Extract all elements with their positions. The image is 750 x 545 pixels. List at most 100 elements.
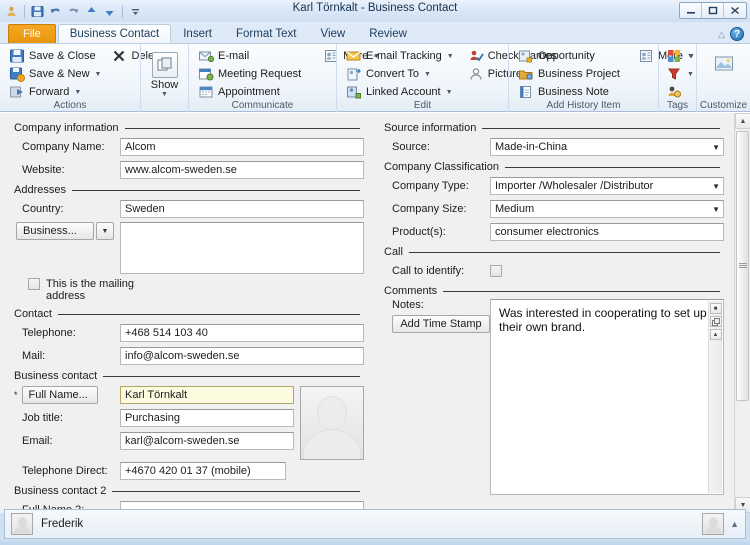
tab-view[interactable]: View [309, 24, 358, 43]
website-input[interactable]: www.alcom-sweden.se [120, 161, 364, 179]
address-type-dropdown-icon[interactable]: ▼ [96, 222, 114, 240]
source-select[interactable]: Made-in-China ▼ [490, 138, 724, 156]
required-indicator: * [14, 390, 18, 400]
chevron-down-icon[interactable]: ▼ [424, 71, 431, 78]
chevron-down-icon[interactable]: ▼ [74, 89, 81, 96]
mailing-address-checkbox[interactable] [28, 278, 40, 290]
chevron-down-icon[interactable]: ▼ [161, 91, 168, 98]
close-button[interactable] [724, 3, 746, 18]
notes-textarea[interactable]: Was interested in cooperating to set up … [490, 299, 724, 495]
scrollbar-thumb[interactable] [736, 131, 749, 401]
chevron-down-icon[interactable]: ▼ [712, 139, 720, 155]
forward-button[interactable]: Forward ▼ [4, 83, 106, 101]
ribbon-group-label-add-history-item: Add History Item [546, 100, 621, 111]
ribbon-group-add-history-item: Opportunity Business Project Business No… [508, 44, 695, 112]
meeting-request-button[interactable]: Meeting Request [193, 65, 306, 83]
business-project-button[interactable]: Business Project [513, 65, 625, 83]
chevron-down-icon[interactable]: ▼ [447, 53, 454, 60]
tab-insert[interactable]: Insert [171, 24, 224, 43]
notes-scroll-up-icon[interactable]: ■ [709, 303, 722, 314]
customize-form-button[interactable] [708, 51, 740, 77]
ribbon-group-label-tags: Tags [666, 100, 689, 111]
call-to-identify-checkbox[interactable] [490, 265, 502, 277]
redo-icon[interactable] [66, 4, 81, 19]
company-type-select[interactable]: Importer /Wholesaler /Distributor ▼ [490, 177, 724, 195]
mailing-address-label: This is the mailing address [46, 278, 135, 302]
chevron-down-icon[interactable]: ▼ [687, 71, 694, 78]
linked-account-label: Linked Account [366, 86, 441, 98]
ribbon-group-label-actions: Actions [53, 100, 87, 111]
products-input[interactable]: consumer electronics [490, 223, 724, 241]
appointment-button[interactable]: Appointment [193, 83, 306, 101]
contact-icon[interactable] [4, 4, 19, 19]
telephone-direct-input[interactable]: +4670 420 01 37 (mobile) [120, 462, 286, 480]
window-controls[interactable] [679, 2, 747, 19]
status-people-pane-avatar[interactable] [702, 513, 725, 535]
linked-account-button[interactable]: Linked Account ▼ [341, 83, 459, 101]
save-icon[interactable] [30, 4, 45, 19]
section-company-information-label: Company information [14, 122, 119, 134]
notes-scroll-up-arrow-icon[interactable]: ▲ [709, 329, 722, 340]
follow-up-button[interactable]: ▼ [663, 65, 697, 83]
tab-business-contact[interactable]: Business Contact [57, 24, 172, 43]
private-button[interactable] [663, 83, 697, 101]
quick-access-toolbar[interactable] [0, 1, 143, 21]
country-input[interactable]: Sweden [120, 200, 364, 218]
company-name-input[interactable]: Alcom [120, 138, 364, 156]
help-icon[interactable]: ? [730, 27, 744, 41]
tab-review[interactable]: Review [357, 24, 419, 43]
full-name-button[interactable]: Full Name... [21, 386, 98, 404]
undo-icon[interactable] [48, 4, 63, 19]
save-and-new-button[interactable]: Save & New ▼ [4, 65, 106, 83]
address-textarea[interactable] [120, 222, 364, 274]
show-button[interactable]: Show ▼ [145, 47, 184, 109]
address-type-button[interactable]: Business... [16, 222, 94, 240]
form-vertical-scrollbar[interactable]: ▲ ▼ [734, 113, 750, 513]
email-tracking-button[interactable]: E-mail Tracking ▼ [341, 47, 459, 65]
mail-label: Mail: [22, 350, 46, 362]
notes-label: Notes: [392, 299, 424, 311]
save-and-new-label: Save & New [29, 68, 90, 80]
scroll-up-arrow-icon[interactable]: ▲ [735, 113, 750, 129]
save-and-close-button[interactable]: Save & Close [4, 47, 106, 65]
mail-input[interactable]: info@alcom-sweden.se [120, 347, 364, 365]
chevron-down-icon[interactable]: ▼ [95, 71, 102, 78]
field-row-email: Email: karl@alcom-sweden.se [8, 430, 300, 452]
minimize-button[interactable] [680, 3, 702, 18]
chevron-down-icon[interactable]: ▼ [712, 178, 720, 194]
notes-text: Was interested in cooperating to set up … [499, 306, 707, 334]
chevron-down-icon[interactable]: ▼ [446, 89, 453, 96]
field-row-source: Source: Made-in-China ▼ [378, 136, 724, 158]
full-name-input[interactable]: Karl Törnkalt [120, 386, 294, 404]
chevron-down-icon[interactable]: ▼ [712, 201, 720, 217]
convert-to-button[interactable]: Convert To ▼ [341, 65, 459, 83]
notes-expand-icon[interactable] [709, 316, 722, 327]
customize-qat-icon[interactable] [128, 4, 143, 19]
email-input[interactable]: karl@alcom-sweden.se [120, 432, 294, 450]
email-button[interactable]: E-mail [193, 47, 306, 65]
tab-format-text[interactable]: Format Text [224, 24, 309, 43]
add-time-stamp-button[interactable]: Add Time Stamp [392, 315, 490, 333]
notes-scrollbar[interactable]: ■ ▲ [708, 301, 722, 493]
previous-item-icon[interactable] [84, 4, 99, 19]
business-note-button[interactable]: Business Note [513, 83, 625, 101]
tab-file[interactable]: File [8, 24, 56, 43]
next-item-icon[interactable] [102, 4, 117, 19]
avatar-body [13, 525, 31, 534]
business-note-icon [518, 84, 534, 100]
chevron-down-icon[interactable]: ▼ [687, 53, 694, 60]
categorize-button[interactable]: ▼ [663, 47, 697, 65]
maximize-button[interactable] [702, 3, 724, 18]
minimize-ribbon-icon[interactable]: △ [718, 29, 725, 40]
contact-photo[interactable] [300, 386, 364, 460]
people-pane-expand-icon[interactable]: ▲ [730, 519, 739, 529]
company-size-select[interactable]: Medium ▼ [490, 200, 724, 218]
ribbon-group-show: Show ▼ [140, 44, 188, 112]
opportunity-button[interactable]: Opportunity [513, 47, 625, 65]
job-title-input[interactable]: Purchasing [120, 409, 294, 427]
convert-to-icon [346, 66, 362, 82]
telephone-input[interactable]: +468 514 103 40 [120, 324, 364, 342]
status-user-avatar[interactable] [11, 513, 33, 535]
ribbon-help-cluster: △ ? [718, 27, 744, 41]
email-label: E-mail [218, 50, 250, 62]
